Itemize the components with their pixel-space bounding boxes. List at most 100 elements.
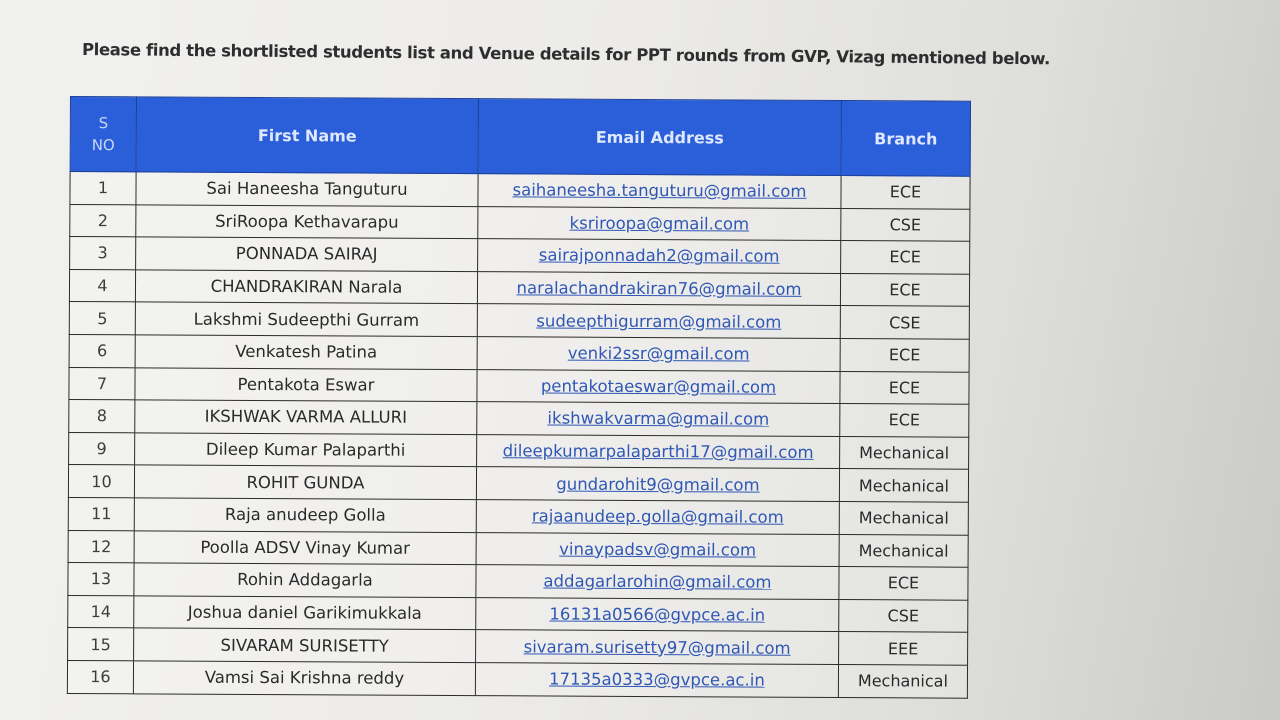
cell-branch: Mechanical — [839, 468, 969, 503]
table-row: 4 CHANDRAKIRAN Narala naralachandrakiran76… — [69, 269, 970, 307]
cell-branch: ECE — [840, 240, 970, 274]
cell-email: gundarohit9@gmail.com — [476, 466, 840, 502]
cell-sno: 5 — [69, 301, 136, 335]
cell-email: vinaypadsv@gmail.com — [476, 532, 840, 567]
email-link[interactable]: pentakotaeswar@gmail.com — [541, 376, 776, 396]
cell-sno: 15 — [67, 627, 134, 661]
cell-first-name: Lakshmi Sudeepthi Gurram — [135, 302, 478, 337]
table-row: 6 Venkatesh Patina venki2ssr@gmail.com ECE — [69, 334, 970, 372]
cell-branch: ECE — [840, 338, 970, 372]
cell-email: naralachandrakiran76@gmail.com — [477, 271, 841, 306]
cell-sno: 4 — [69, 269, 136, 303]
cell-first-name: Sai Haneesha Tanguturu — [135, 171, 479, 207]
cell-branch: CSE — [838, 599, 968, 633]
cell-email: 16131a0566@gvpce.ac.in — [475, 597, 839, 632]
cell-sno: 2 — [69, 204, 136, 238]
cell-email: ksriroopa@gmail.com — [477, 206, 841, 241]
cell-sno: 3 — [69, 236, 136, 270]
email-link[interactable]: dileepkumarpalaparthi17@gmail.com — [503, 441, 814, 462]
cell-first-name: SriRoopa Kethavarapu — [135, 204, 478, 239]
cell-email: addagarlarohin@gmail.com — [475, 564, 840, 600]
table-row: 2 SriRoopa Kethavarapu ksriroopa@gmail.com… — [69, 204, 970, 242]
cell-branch: CSE — [840, 305, 970, 340]
cell-sno: 11 — [68, 497, 135, 531]
cell-first-name: Vamsi Sai Krishna reddy — [133, 660, 476, 696]
table-row: 11 Raja anudeep Golla rajaanudeep.golla@gm… — [68, 497, 969, 535]
cell-sno: 6 — [69, 334, 136, 368]
cell-email: saihaneesha.tanguturu@gmail.com — [477, 173, 842, 209]
email-link[interactable]: sudeepthigurram@gmail.com — [536, 311, 781, 331]
table-row: 13 Rohin Addagarla addagarlarohin@gmail.co… — [67, 562, 969, 600]
cell-branch: CSE — [840, 208, 970, 242]
cell-email: dileepkumarpalaparthi17@gmail.com — [476, 434, 840, 469]
email-link[interactable]: rajaanudeep.golla@gmail.com — [532, 507, 784, 527]
table-row: 15 SIVARAM SURISETTY sivaram.surisetty97@g… — [67, 627, 968, 666]
cell-branch: ECE — [840, 175, 971, 209]
email-link[interactable]: 17135a0333@gvpce.ac.in — [549, 670, 765, 690]
table-row: 12 Poolla ADSV Vinay Kumar vinaypadsv@gmai… — [68, 530, 969, 568]
email-link[interactable]: addagarlarohin@gmail.com — [543, 572, 771, 592]
table-row: 5 Lakshmi Sudeepthi Gurram sudeepthigurram… — [69, 301, 970, 340]
cell-first-name: CHANDRAKIRAN Narala — [135, 269, 478, 305]
cell-email: 17135a0333@gvpce.ac.in — [475, 662, 839, 698]
table-row: 16 Vamsi Sai Krishna reddy 17135a0333@gvpc… — [67, 660, 968, 698]
cell-sno: 16 — [67, 660, 134, 694]
cell-sno: 13 — [67, 562, 135, 596]
email-link[interactable]: gundarohit9@gmail.com — [556, 474, 759, 494]
header-sno: S NO — [70, 96, 137, 172]
table-header-row: S NO First Name Email Address Branch — [70, 96, 971, 177]
cell-first-name: PONNADA SAIRAJ — [135, 237, 478, 272]
cell-first-name: SIVARAM SURISETTY — [133, 628, 476, 663]
cell-branch: ECE — [839, 403, 969, 437]
header-first-name: First Name — [136, 96, 479, 174]
cell-branch: Mechanical — [839, 534, 969, 568]
table-row: 1 Sai Haneesha Tanguturu saihaneesha.tangu… — [69, 171, 971, 209]
cell-sno: 1 — [69, 171, 137, 205]
email-link[interactable]: vinaypadsv@gmail.com — [559, 539, 756, 559]
cell-email: sivaram.surisetty97@gmail.com — [475, 629, 839, 665]
table-row: 14 Joshua daniel Garikimukkala 16131a0566@… — [67, 595, 968, 633]
cell-sno: 8 — [68, 399, 135, 433]
cell-first-name: Joshua daniel Garikimukkala — [133, 595, 476, 630]
cell-sno: 14 — [67, 595, 134, 629]
cell-email: sairajponnadah2@gmail.com — [477, 238, 841, 274]
email-link[interactable]: ksriroopa@gmail.com — [570, 214, 750, 234]
table-row: 7 Pentakota Eswar pentakotaeswar@gmail.com… — [68, 367, 970, 405]
cell-first-name: Raja anudeep Golla — [134, 497, 477, 533]
shortlist-table: S NO First Name Email Address Branch 1 Sa… — [67, 96, 971, 698]
cell-branch: Mechanical — [838, 664, 968, 698]
cell-email: pentakotaeswar@gmail.com — [476, 369, 841, 404]
cell-first-name: Dileep Kumar Palaparthi — [134, 432, 477, 467]
cell-branch: ECE — [839, 371, 970, 405]
email-link[interactable]: 16131a0566@gvpce.ac.in — [549, 605, 765, 625]
cell-branch: EEE — [838, 631, 968, 666]
email-link[interactable]: sivaram.surisetty97@gmail.com — [524, 637, 791, 657]
cell-branch: ECE — [840, 273, 970, 307]
table-row: 3 PONNADA SAIRAJ sairajponnadah2@gmail.com… — [69, 236, 970, 274]
cell-sno: 7 — [68, 367, 136, 401]
email-link[interactable]: saihaneesha.tanguturu@gmail.com — [512, 181, 806, 202]
email-link[interactable]: ikshwakvarma@gmail.com — [547, 409, 769, 429]
email-link[interactable]: venki2ssr@gmail.com — [568, 344, 750, 364]
cell-email: ikshwakvarma@gmail.com — [476, 401, 840, 437]
cell-first-name: Pentakota Eswar — [134, 367, 478, 402]
student-table-container: S NO First Name Email Address Branch 1 Sa… — [67, 96, 971, 698]
cell-first-name: Venkatesh Patina — [135, 334, 478, 370]
header-sno-line1: S — [98, 114, 109, 133]
table-row: 8 IKSHWAK VARMA ALLURI ikshwakvarma@gmail.… — [68, 399, 969, 437]
cell-first-name: Rohin Addagarla — [133, 562, 477, 598]
cell-email: sudeepthigurram@gmail.com — [477, 304, 841, 339]
cell-first-name: ROHIT GUNDA — [134, 465, 477, 500]
cell-branch: Mechanical — [839, 501, 969, 535]
table-row: 10 ROHIT GUNDA gundarohit9@gmail.com Mechan… — [68, 464, 969, 503]
cell-first-name: IKSHWAK VARMA ALLURI — [134, 400, 477, 435]
header-email: Email Address — [478, 98, 842, 176]
cell-email: venki2ssr@gmail.com — [477, 336, 841, 372]
cell-first-name: Poolla ADSV Vinay Kumar — [134, 530, 477, 565]
cell-email: rajaanudeep.golla@gmail.com — [476, 499, 840, 535]
email-link[interactable]: sairajponnadah2@gmail.com — [539, 246, 780, 266]
table-row: 9 Dileep Kumar Palaparthi dileepkumarpalap… — [68, 432, 969, 470]
cell-sno: 10 — [68, 464, 135, 498]
table-body: 1 Sai Haneesha Tanguturu saihaneesha.tangu… — [67, 171, 971, 698]
email-link[interactable]: naralachandrakiran76@gmail.com — [516, 278, 801, 298]
